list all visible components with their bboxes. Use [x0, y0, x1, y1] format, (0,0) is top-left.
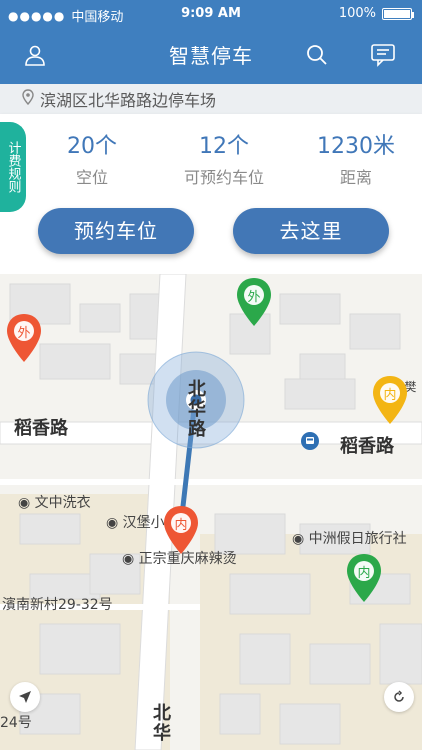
marker-label: 外 [17, 326, 31, 341]
poi-dot-icon: ◉ [292, 531, 305, 547]
map-canvas [0, 274, 422, 750]
poi-laundry: ◉ 文中洗衣 [18, 495, 91, 511]
map-view[interactable]: 稻香路 稻香路 北华路 北华 ◉ 文中洗衣 ◉ 汉堡小 ◉ 正宗重庆麻辣烫 ◉ … [0, 274, 422, 750]
reserve-spot-button[interactable]: 预约车位 [38, 208, 194, 254]
status-bar: ●●●●● 中国移动 9:09 AM 100% [0, 0, 422, 28]
marker-label: 内 [383, 388, 397, 403]
stat-reservable-spots: 12个 可预约车位 [158, 128, 290, 188]
poi-small-label: 24号 [0, 715, 32, 731]
stat-value: 1230米 [317, 134, 395, 159]
stat-value: 20个 [67, 134, 117, 159]
page-title: 智慧停车 [169, 44, 253, 68]
road-label-beihua: 北华 [153, 703, 171, 744]
battery-icon [382, 7, 414, 20]
navigate-here-button[interactable]: 去这里 [233, 208, 389, 254]
parking-marker[interactable]: 内 [371, 374, 409, 430]
address-bar: 滨湖区北华路路边停车场 [0, 84, 422, 114]
locate-arrow-icon[interactable] [10, 682, 40, 712]
parking-marker[interactable]: 内 [162, 504, 200, 560]
poi-burger: ◉ 汉堡小 [106, 515, 165, 531]
stat-label: 空位 [75, 168, 108, 187]
refresh-icon[interactable] [384, 682, 414, 712]
parking-marker[interactable]: 外 [235, 276, 273, 332]
road-label-daoxiang: 稻香路 [14, 418, 68, 439]
stat-label: 距离 [339, 168, 372, 187]
marker-label: 内 [174, 518, 188, 533]
parking-marker[interactable]: 内 [345, 552, 383, 608]
marker-label: 外 [247, 290, 261, 305]
marker-label: 内 [357, 566, 371, 581]
nav-bar: 智慧停车 [0, 28, 422, 84]
stat-label: 可预约车位 [183, 168, 264, 187]
battery-percent: 100% [338, 6, 376, 21]
search-icon[interactable] [302, 40, 332, 70]
stat-value: 12个 [199, 134, 249, 159]
road-label-beihua: 北华路 [188, 379, 206, 440]
location-pin-icon [22, 89, 34, 109]
parking-stats: 20个 空位 12个 可预约车位 1230米 距离 [26, 128, 422, 188]
parking-info-panel: 计费规则 20个 空位 12个 可预约车位 1230米 距离 预约车位 去这里 [0, 114, 422, 274]
poi-hotel: ◉ 中洲假日旅行社 [292, 531, 407, 547]
poi-dot-icon: ◉ [106, 515, 119, 531]
poi-dot-icon: ◉ [122, 551, 135, 567]
address-text: 滨湖区北华路路边停车场 [40, 91, 217, 110]
road-label-daoxiang: 稻香路 [340, 436, 394, 457]
parking-marker[interactable]: 外 [5, 312, 43, 368]
bus-stop-icon [301, 432, 319, 450]
billing-rules-tab[interactable]: 计费规则 [0, 122, 26, 212]
poi-residence: 濱南新村29-32号 [2, 597, 113, 613]
laundry-icon: ◉ [18, 495, 31, 511]
stat-free-spots: 20个 空位 [26, 128, 158, 188]
stat-distance: 1230米 距离 [290, 128, 422, 188]
message-icon[interactable] [368, 40, 398, 70]
